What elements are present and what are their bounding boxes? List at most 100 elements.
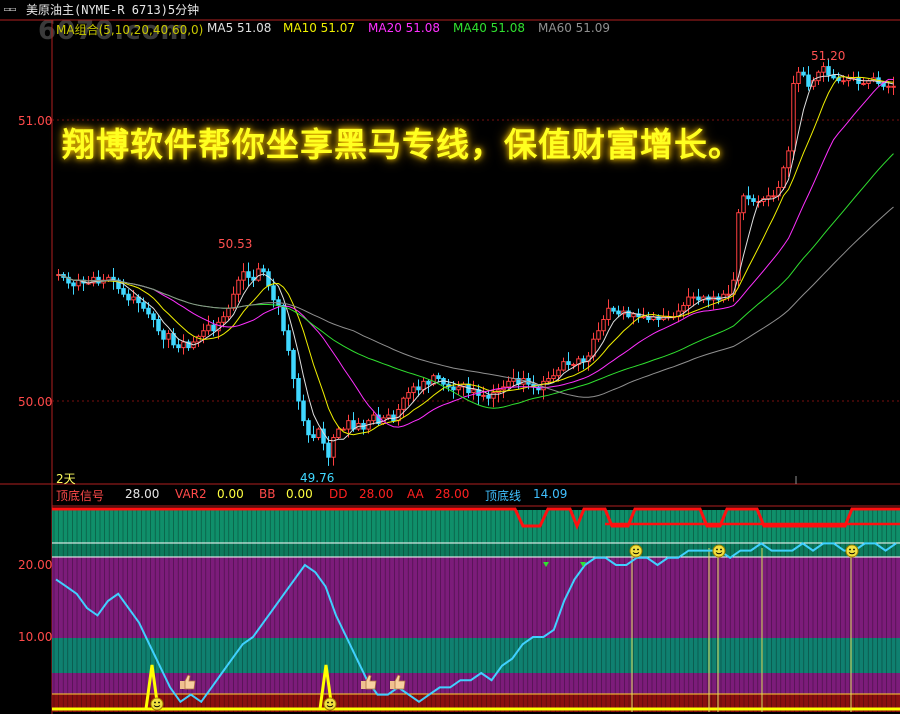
smiley-face [323,697,337,711]
low-annotation: 49.76 [300,471,335,485]
indicator-band [52,557,900,638]
smiley-face [712,544,726,558]
candle [416,386,421,391]
candle [556,369,561,377]
candle [211,324,216,332]
candle [771,195,776,198]
thumb-cuff [390,681,395,689]
candle [196,335,201,343]
candle [436,375,441,380]
candle [221,316,226,323]
candle [421,380,426,391]
candle [246,271,251,278]
ma60-line [58,206,894,398]
candle [396,408,401,422]
candle [206,324,211,332]
high-annotation: 51.20 [811,49,846,63]
candle [156,319,161,332]
smiley-face [629,544,643,558]
candle [546,378,551,382]
candle [686,296,691,306]
candle [371,414,376,422]
candle [681,304,686,312]
indicator-legend-item: 28.00 [359,487,394,501]
candle [386,414,391,419]
candle [236,279,241,295]
ad-banner: 翔博软件帮你坐享黑马专线，保值财富增长。 [62,125,742,164]
candle [601,319,606,332]
candle [401,397,406,410]
candle [741,195,746,214]
smiley-face [150,697,164,711]
smiley-eye [633,548,635,551]
candle [261,268,266,273]
candle [231,293,236,309]
candle [606,307,611,321]
smiley-eye [716,548,718,551]
candle [801,71,806,76]
indicator-panel [52,507,900,712]
candle [241,271,246,281]
candle [266,271,271,287]
candle [781,167,786,188]
smiley-eye [637,548,639,551]
candle [456,386,461,391]
indicator-band [52,638,900,673]
candle [291,349,296,380]
candle [631,313,636,318]
candle [296,378,301,402]
candle [861,82,866,85]
candle [201,330,206,337]
candle [796,71,801,84]
candle [571,363,576,366]
candle [506,380,511,388]
indicator-legend-item: 14.09 [533,487,568,501]
candle [306,420,311,436]
bottom-smiley-icon [323,697,337,711]
candle [841,80,846,83]
candle [226,307,231,318]
candle [611,307,616,312]
smiley-face [845,544,859,558]
indicator-legend-item: 28.00 [435,487,470,501]
y-tick-label: 50.00 [18,395,53,409]
candle [821,66,826,73]
smiley-eye [158,701,160,704]
high-annotation: 50.53 [218,237,253,251]
candle [351,420,356,430]
top-smiley-icon [845,544,859,558]
candle [126,293,131,301]
candle [71,282,76,287]
period-label: 2天 [56,472,76,486]
y-tick-label: 51.00 [18,114,53,128]
candle [596,330,601,340]
candle [151,313,156,321]
candle [406,392,411,399]
candle [426,380,431,385]
candle [486,394,491,399]
candle [336,428,341,439]
candle [256,268,261,281]
smiley-eye [720,548,722,551]
candle [96,276,101,284]
candle [471,389,476,394]
candle [826,66,831,76]
candle [316,428,321,439]
candle [286,330,291,351]
candle [831,74,836,79]
candle [491,392,496,399]
top-smiley-icon [712,544,726,558]
candle [891,85,896,88]
candle [806,74,811,87]
candle [121,288,126,295]
candle [271,285,276,301]
candle [411,386,416,394]
candle [726,293,731,296]
indicator-legend-item: AA [407,487,424,501]
candle [886,85,891,88]
candle [311,434,316,439]
candle [131,296,136,301]
smiley-eye [327,701,329,704]
candle [746,195,751,200]
candle [176,344,181,349]
